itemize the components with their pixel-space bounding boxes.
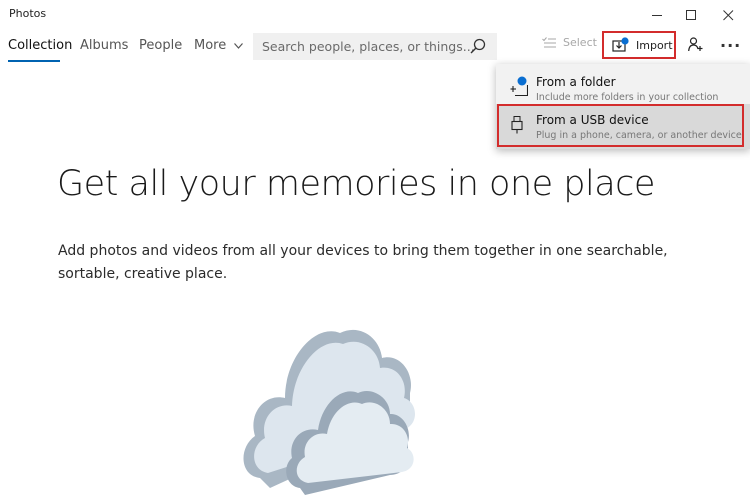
menu-item-from-usb[interactable]: From a USB device Plug in a phone, camer…: [496, 104, 750, 149]
tab-collection[interactable]: Collection: [8, 38, 72, 53]
select-button[interactable]: Select: [542, 36, 597, 49]
tab-people[interactable]: People: [139, 38, 182, 53]
menu-item-title: From a folder: [536, 75, 616, 89]
menu-item-subtitle: Plug in a phone, camera, or another devi…: [536, 130, 742, 141]
search-icon[interactable]: [470, 38, 486, 54]
menu-item-from-folder[interactable]: From a folder Include more folders in yo…: [496, 68, 750, 108]
tab-more-label: More: [194, 38, 227, 53]
app-title: Photos: [9, 7, 47, 20]
cloud-illustration: [243, 329, 415, 495]
folder-add-icon: [510, 76, 528, 96]
tab-more[interactable]: More: [194, 38, 244, 53]
select-label: Select: [563, 36, 597, 49]
import-label: Import: [636, 38, 673, 52]
add-person-icon[interactable]: [688, 37, 703, 52]
import-button[interactable]: Import: [602, 31, 676, 59]
import-dropdown-menu: From a folder Include more folders in yo…: [496, 64, 750, 149]
title-bar: Photos: [0, 0, 750, 30]
search-box[interactable]: Search people, places, or things...: [253, 33, 497, 60]
usb-icon: [511, 116, 523, 134]
search-input[interactable]: Search people, places, or things...: [262, 39, 475, 54]
import-icon: [612, 37, 629, 52]
minimize-icon: [651, 14, 662, 16]
page-headline: Get all your memories in one place: [57, 164, 655, 204]
close-icon: [722, 9, 733, 20]
more-options-button[interactable]: ...: [720, 32, 741, 51]
menu-item-subtitle: Include more folders in your collection: [536, 92, 719, 103]
menu-item-title: From a USB device: [536, 113, 649, 127]
tab-albums[interactable]: Albums: [80, 38, 128, 53]
chevron-down-icon: [234, 42, 244, 49]
page-description: Add photos and videos from all your devi…: [58, 243, 668, 282]
active-tab-indicator: [8, 60, 60, 62]
maximize-icon: [685, 9, 696, 20]
close-button[interactable]: [705, 0, 750, 30]
select-list-icon: [542, 36, 556, 47]
top-navigation: Collection Albums People More Search peo…: [0, 30, 750, 64]
